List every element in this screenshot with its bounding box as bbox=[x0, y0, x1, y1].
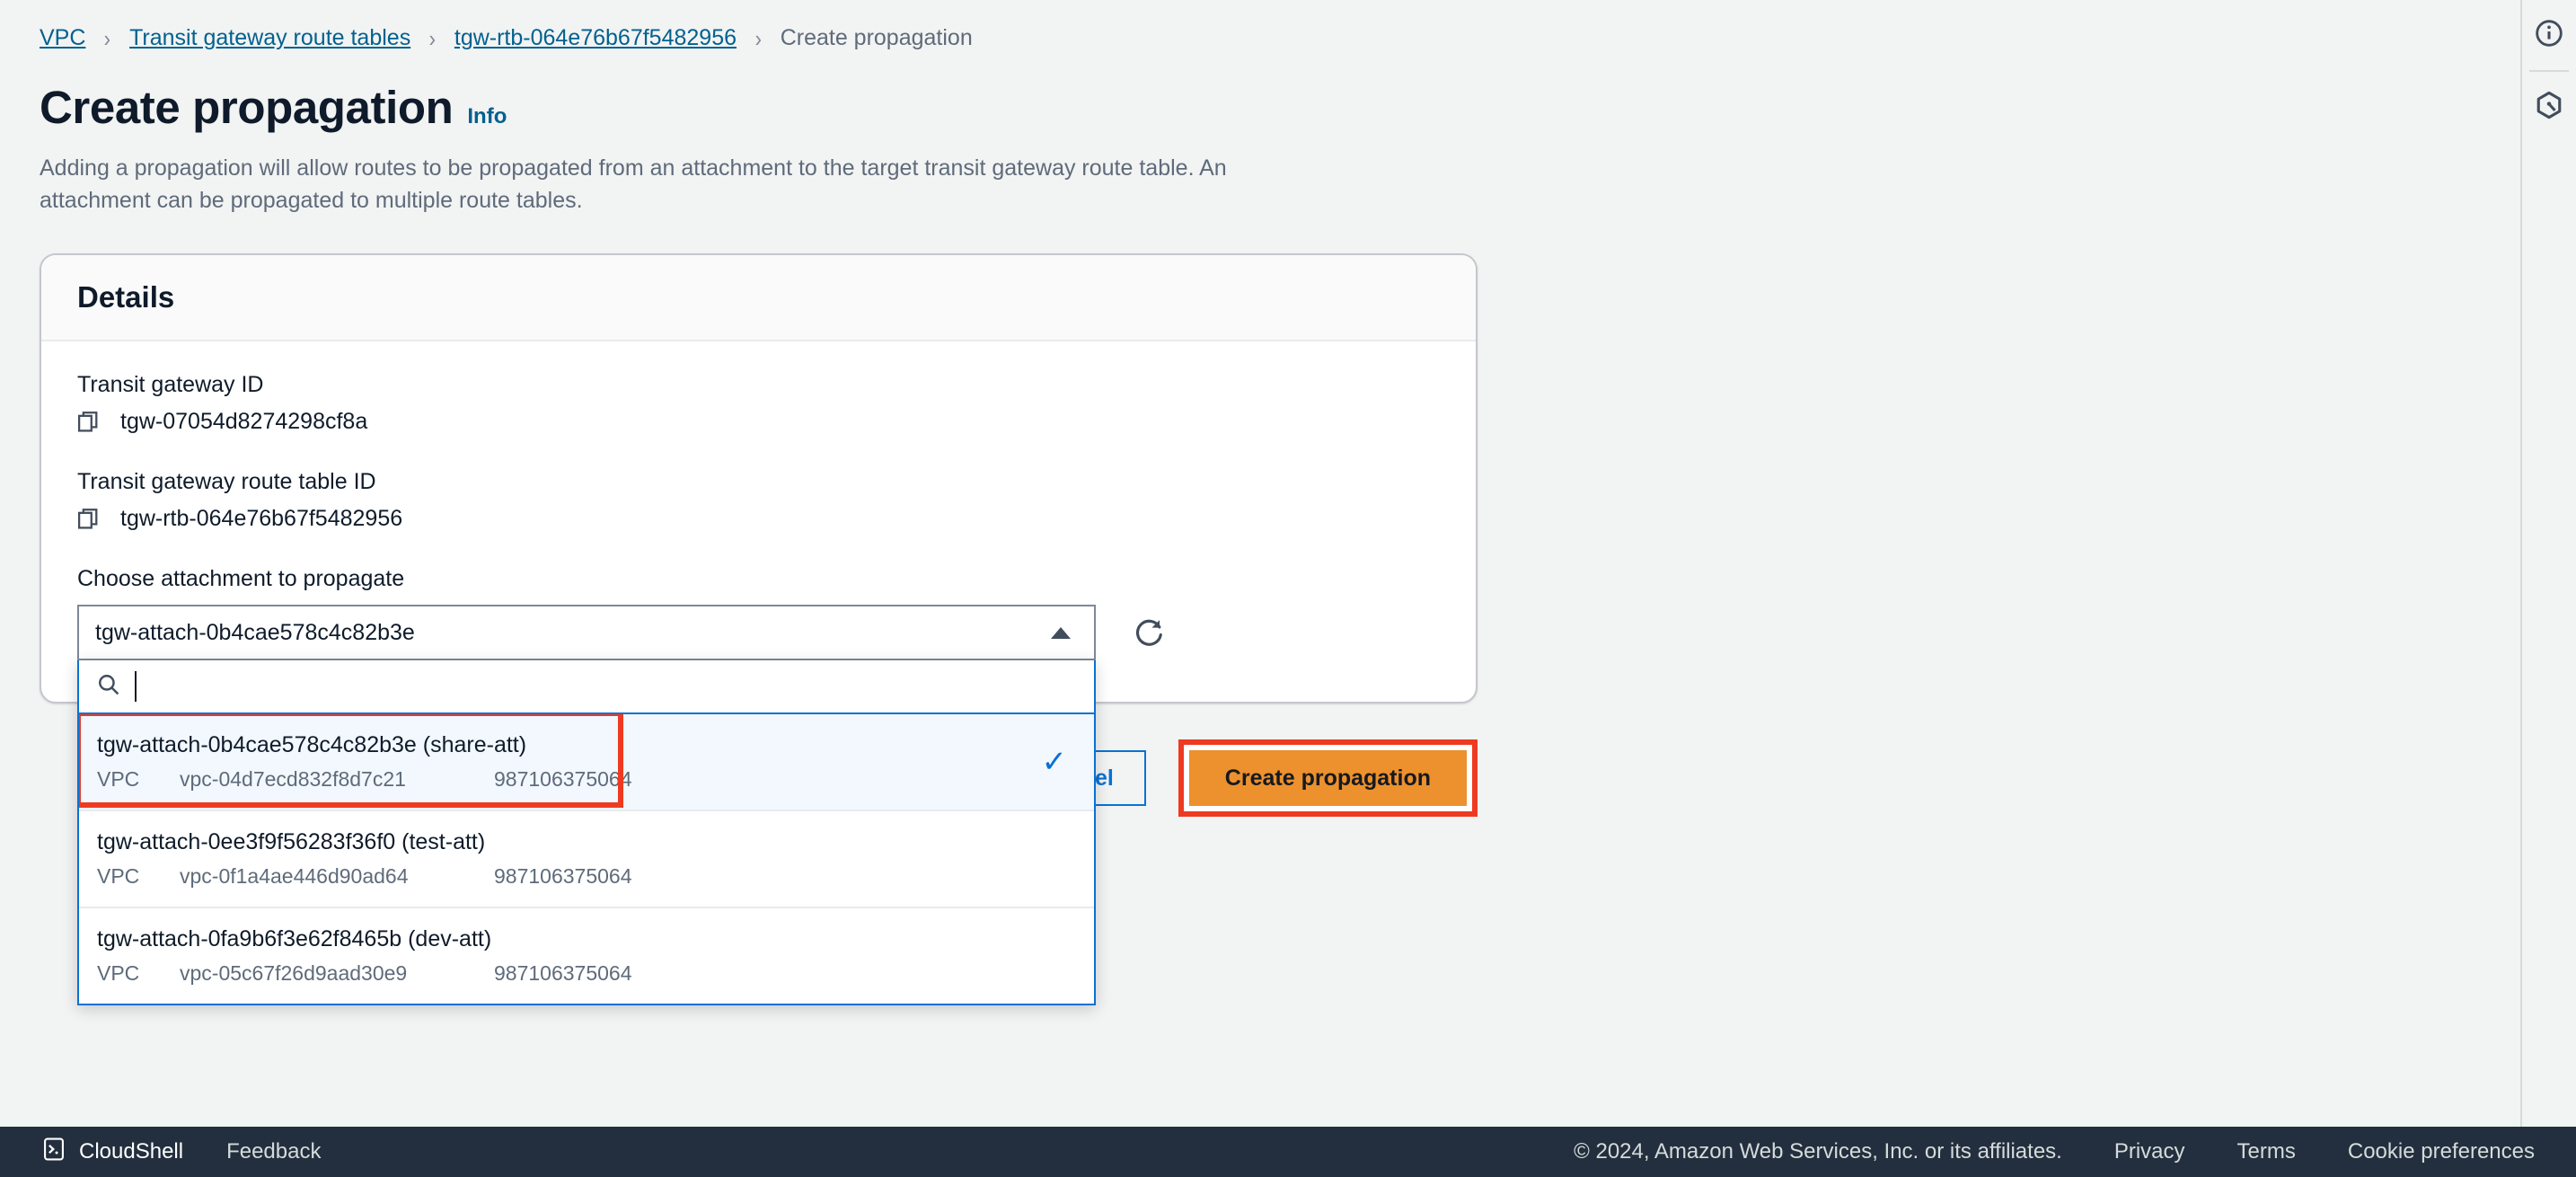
dropdown-option-title: tgw-attach-0b4cae578c4c82b3e (share-att) bbox=[97, 732, 527, 757]
info-circle-icon bbox=[2534, 18, 2564, 53]
option-resource-type: VPC bbox=[97, 767, 140, 791]
details-panel-body: Transit gateway ID tgw-07054d8274298cf8a… bbox=[41, 341, 1476, 1005]
terms-link[interactable]: Terms bbox=[2237, 1139, 2296, 1164]
dropdown-option-content: tgw-attach-0ee3f9f56283f36f0 (test-att) … bbox=[97, 829, 1072, 889]
page-root: VPC › Transit gateway route tables › tgw… bbox=[0, 0, 2576, 1177]
right-rail bbox=[2520, 0, 2576, 1127]
caret-up-icon bbox=[1051, 626, 1071, 639]
privacy-link[interactable]: Privacy bbox=[2114, 1139, 2185, 1164]
attachment-dropdown: tgw-attach-0b4cae578c4c82b3e (share-att)… bbox=[77, 660, 1096, 1005]
attachment-select[interactable]: tgw-attach-0b4cae578c4c82b3e bbox=[77, 605, 1096, 660]
dropdown-option[interactable]: tgw-attach-0fa9b6f3e62f8465b (dev-att) V… bbox=[79, 908, 1094, 1004]
dropdown-search-input[interactable] bbox=[135, 671, 1076, 702]
field-value-row: tgw-rtb-064e76b67f5482956 bbox=[77, 506, 1440, 532]
breadcrumb-separator-icon: › bbox=[754, 24, 763, 52]
dropdown-option[interactable]: tgw-attach-0ee3f9f56283f36f0 (test-att) … bbox=[79, 811, 1094, 908]
breadcrumb-item-transit-gateway-route-tables[interactable]: Transit gateway route tables bbox=[129, 25, 410, 51]
footer-left: CloudShell Feedback bbox=[41, 1137, 321, 1168]
dropdown-option-content: tgw-attach-0fa9b6f3e62f8465b (dev-att) V… bbox=[97, 926, 1072, 986]
details-panel: Details Transit gateway ID tgw-07054d827… bbox=[40, 253, 1478, 1005]
attachment-select-label: Choose attachment to propagate bbox=[77, 566, 405, 591]
attachment-select-value: tgw-attach-0b4cae578c4c82b3e bbox=[95, 619, 415, 645]
details-panel-header: Details bbox=[41, 255, 1476, 341]
breadcrumb: VPC › Transit gateway route tables › tgw… bbox=[40, 0, 2520, 51]
dropdown-option-list: tgw-attach-0b4cae578c4c82b3e (share-att)… bbox=[79, 714, 1094, 1004]
search-icon bbox=[97, 673, 120, 701]
create-propagation-button[interactable]: Create propagation bbox=[1188, 750, 1467, 806]
breadcrumb-item-route-table-id[interactable]: tgw-rtb-064e76b67f5482956 bbox=[454, 25, 737, 51]
field-value: tgw-rtb-064e76b67f5482956 bbox=[120, 506, 403, 531]
refresh-icon[interactable] bbox=[1126, 610, 1171, 655]
option-account-id: 987106375064 bbox=[494, 767, 632, 791]
dropdown-option-meta: VPC vpc-05c67f26d9aad30e9 987106375064 bbox=[97, 961, 1072, 986]
breadcrumb-item-vpc[interactable]: VPC bbox=[40, 25, 85, 51]
dropdown-option-content: tgw-attach-0b4cae578c4c82b3e (share-att)… bbox=[97, 732, 1042, 792]
footer: CloudShell Feedback © 2024, Amazon Web S… bbox=[0, 1127, 2576, 1177]
option-resource-id: vpc-04d7ecd832f8d7c21 bbox=[180, 767, 406, 791]
cloudshell-label: CloudShell bbox=[79, 1139, 184, 1164]
dropdown-option-meta: VPC vpc-0f1a4ae446d90ad64 987106375064 bbox=[97, 864, 1072, 889]
field-label: Transit gateway route table ID bbox=[77, 469, 376, 494]
option-account-id: 987106375064 bbox=[494, 864, 632, 888]
text-cursor bbox=[135, 671, 137, 702]
feedback-link[interactable]: Feedback bbox=[226, 1139, 321, 1164]
info-link[interactable]: Info bbox=[467, 104, 507, 129]
page-title: Create propagation bbox=[40, 82, 454, 133]
dropdown-option-title: tgw-attach-0ee3f9f56283f36f0 (test-att) bbox=[97, 829, 486, 854]
breadcrumb-separator-icon: › bbox=[428, 24, 437, 52]
aws-q-hexagon-icon bbox=[2534, 90, 2564, 125]
annotation-highlight-box: Create propagation bbox=[1178, 739, 1478, 817]
breadcrumb-item-current: Create propagation bbox=[780, 25, 973, 50]
cookie-preferences-link[interactable]: Cookie preferences bbox=[2348, 1139, 2535, 1164]
cloudshell-button[interactable]: CloudShell bbox=[41, 1137, 183, 1168]
dropdown-option[interactable]: tgw-attach-0b4cae578c4c82b3e (share-att)… bbox=[79, 714, 1094, 811]
copy-icon[interactable] bbox=[77, 508, 101, 531]
dropdown-search-row[interactable] bbox=[79, 660, 1094, 714]
copy-icon[interactable] bbox=[77, 411, 101, 434]
amazon-q-toggle[interactable] bbox=[2521, 72, 2576, 142]
footer-right: © 2024, Amazon Web Services, Inc. or its… bbox=[1574, 1139, 2535, 1164]
breadcrumb-separator-icon: › bbox=[104, 24, 111, 52]
attachment-select-wrap: tgw-attach-0b4cae578c4c82b3e tgw-attach-… bbox=[77, 605, 1096, 1005]
details-panel-title: Details bbox=[77, 280, 175, 314]
main-content: VPC › Transit gateway route tables › tgw… bbox=[0, 0, 2520, 217]
copyright-text: © 2024, Amazon Web Services, Inc. or its… bbox=[1574, 1139, 2062, 1164]
dropdown-option-meta: VPC vpc-04d7ecd832f8d7c21 987106375064 bbox=[97, 767, 1042, 792]
field-transit-gateway-route-table-id: Transit gateway route table ID tgw-rtb-0… bbox=[77, 469, 1440, 532]
attachment-select-row: tgw-attach-0b4cae578c4c82b3e tgw-attach-… bbox=[77, 605, 1440, 1005]
field-label: Transit gateway ID bbox=[77, 372, 264, 397]
field-transit-gateway-id: Transit gateway ID tgw-07054d8274298cf8a bbox=[77, 372, 1440, 435]
option-resource-id: vpc-05c67f26d9aad30e9 bbox=[180, 961, 408, 985]
page-description: Adding a propagation will allow routes t… bbox=[40, 155, 1227, 214]
cloudshell-icon bbox=[41, 1137, 66, 1168]
attachment-select-group: Choose attachment to propagate tgw-attac… bbox=[77, 566, 1440, 1005]
option-resource-id: vpc-0f1a4ae446d90ad64 bbox=[180, 864, 409, 888]
field-value: tgw-07054d8274298cf8a bbox=[120, 409, 368, 434]
info-panel-toggle[interactable] bbox=[2521, 0, 2576, 70]
check-icon: ✓ bbox=[1041, 745, 1068, 779]
dropdown-option-title: tgw-attach-0fa9b6f3e62f8465b (dev-att) bbox=[97, 926, 492, 951]
field-value-row: tgw-07054d8274298cf8a bbox=[77, 409, 1440, 435]
page-header: Create propagation Info bbox=[40, 81, 2520, 134]
option-resource-type: VPC bbox=[97, 961, 140, 985]
option-resource-type: VPC bbox=[97, 864, 140, 888]
option-account-id: 987106375064 bbox=[494, 961, 632, 985]
